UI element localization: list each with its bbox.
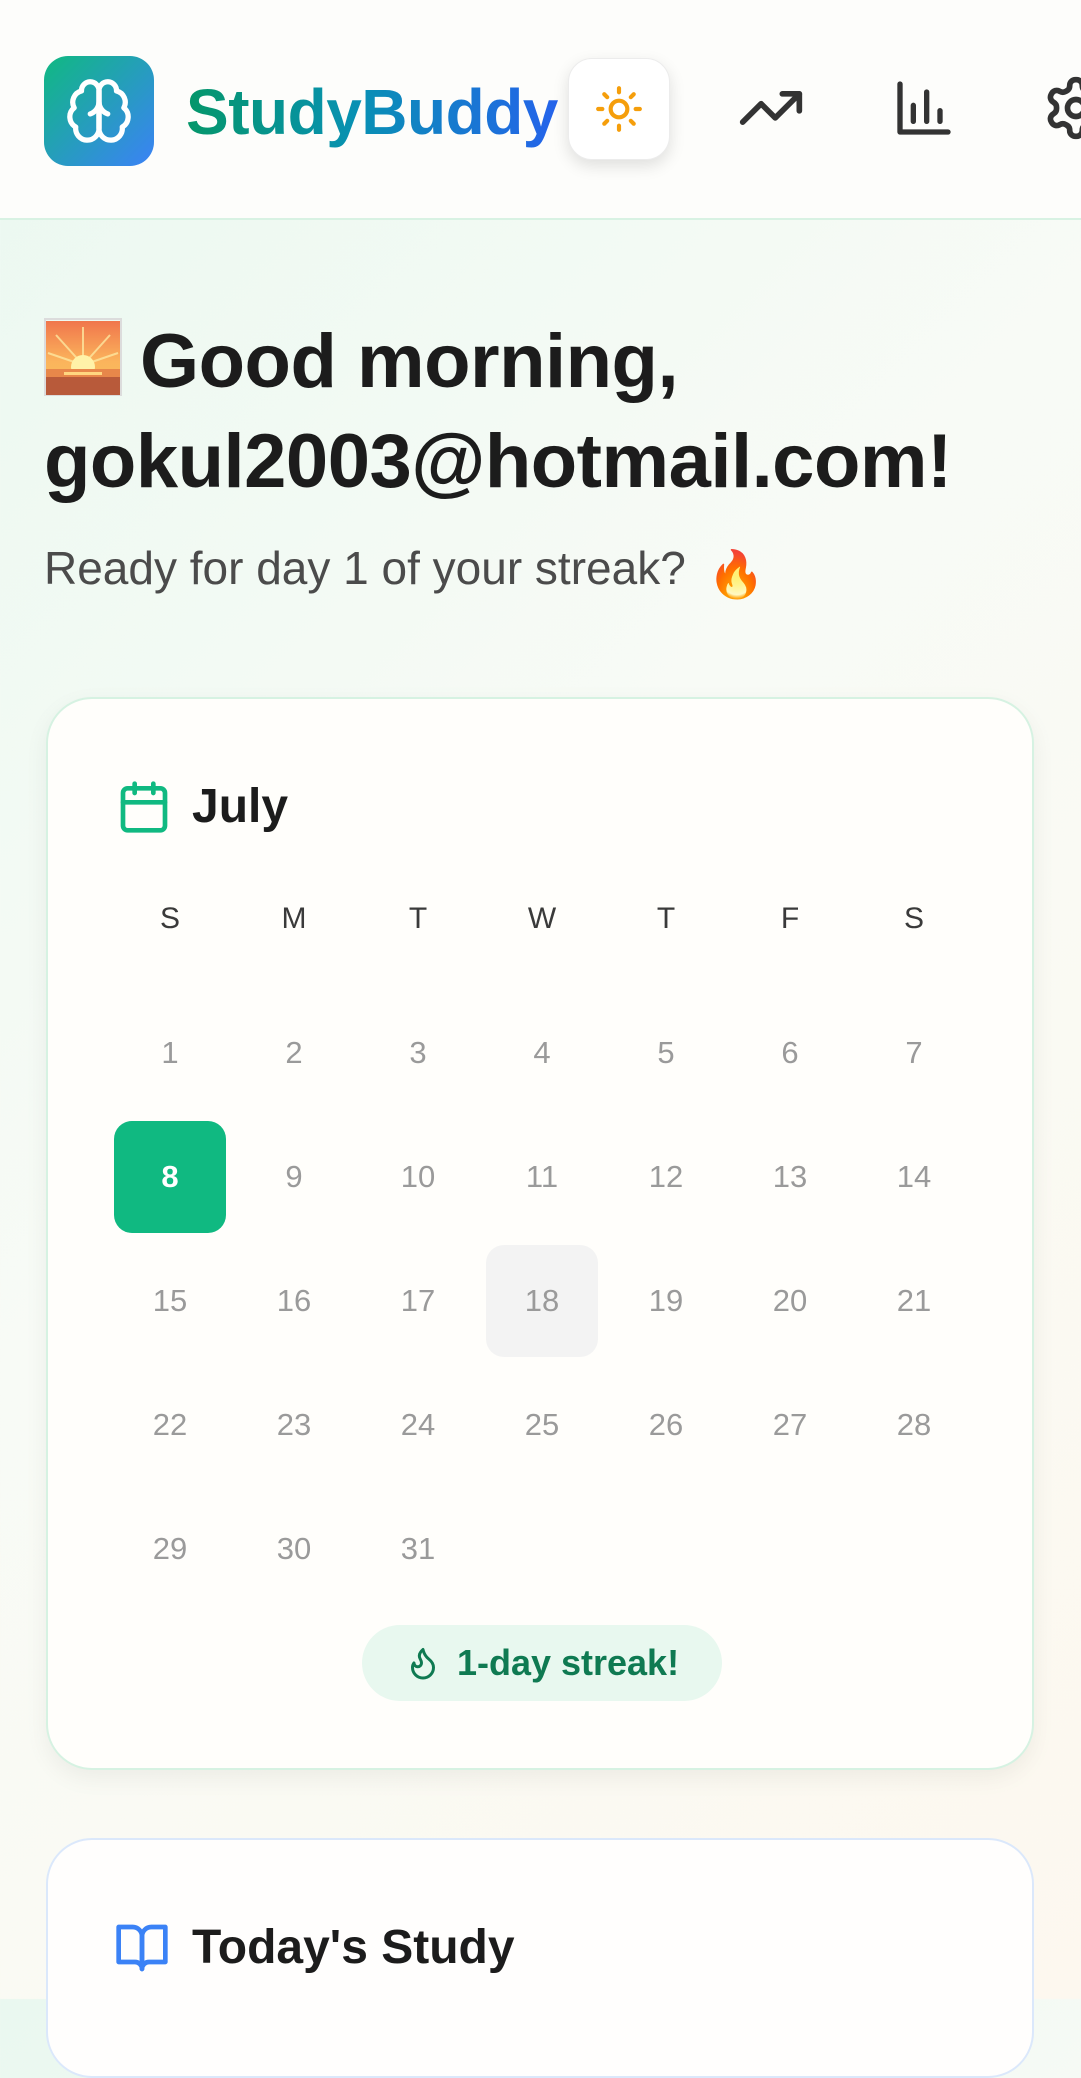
brand-name[interactable]: StudyBuddy bbox=[186, 76, 558, 148]
streak-label: 1-day streak! bbox=[457, 1642, 679, 1684]
calendar-day[interactable]: 3 bbox=[362, 997, 474, 1109]
calendar-day[interactable]: 10 bbox=[362, 1121, 474, 1233]
calendar-day[interactable]: 27 bbox=[734, 1369, 846, 1481]
calendar-day[interactable]: 29 bbox=[114, 1493, 226, 1605]
calendar-day[interactable]: 20 bbox=[734, 1245, 846, 1357]
calendar-day[interactable]: 19 bbox=[610, 1245, 722, 1357]
calendar-day[interactable]: 25 bbox=[486, 1369, 598, 1481]
fire-emoji-icon: 🔥 bbox=[708, 544, 765, 604]
calendar-day[interactable]: 31 bbox=[362, 1493, 474, 1605]
weekday-label: S bbox=[114, 899, 226, 939]
calendar-day[interactable]: 17 bbox=[362, 1245, 474, 1357]
weekday-label: T bbox=[362, 899, 474, 939]
sunrise-emoji-icon bbox=[44, 318, 122, 396]
calendar-day[interactable]: 13 bbox=[734, 1121, 846, 1233]
calendar-day[interactable]: 23 bbox=[238, 1369, 350, 1481]
calendar-day[interactable]: 22 bbox=[114, 1369, 226, 1481]
greeting-heading: Good morning, gokul2003@hotmail.com! bbox=[44, 312, 1064, 512]
calendar-day[interactable]: 16 bbox=[238, 1245, 350, 1357]
calendar-day[interactable]: 30 bbox=[238, 1493, 350, 1605]
calendar-day[interactable]: 26 bbox=[610, 1369, 722, 1481]
weekday-label: S bbox=[858, 899, 970, 939]
calendar-icon bbox=[116, 779, 172, 835]
theme-toggle-button[interactable] bbox=[568, 58, 670, 160]
todays-study-title: Today's Study bbox=[192, 1918, 515, 1978]
calendar-day-today[interactable]: 8 bbox=[114, 1121, 226, 1233]
weekday-label: M bbox=[238, 899, 350, 939]
calendar-month-title: July bbox=[192, 779, 288, 835]
todays-study-card: Today's Study bbox=[46, 1838, 1034, 2078]
streak-badge: 1-day streak! bbox=[362, 1625, 722, 1701]
calendar-day[interactable]: 14 bbox=[858, 1121, 970, 1233]
trending-up-icon[interactable] bbox=[735, 72, 807, 144]
weekday-label: F bbox=[734, 899, 846, 939]
brain-icon[interactable] bbox=[44, 56, 154, 166]
calendar-day[interactable]: 4 bbox=[486, 997, 598, 1109]
calendar-day[interactable]: 11 bbox=[486, 1121, 598, 1233]
calendar-day[interactable]: 6 bbox=[734, 997, 846, 1109]
calendar-day[interactable]: 28 bbox=[858, 1369, 970, 1481]
calendar-day[interactable]: 12 bbox=[610, 1121, 722, 1233]
greeting-text: Good morning, gokul2003@hotmail.com! bbox=[44, 319, 952, 504]
calendar-day[interactable]: 9 bbox=[238, 1121, 350, 1233]
calendar-days-grid: 1 2 3 4 5 6 7 8 9 10 11 12 13 14 15 16 1… bbox=[114, 997, 982, 1605]
bar-chart-icon[interactable] bbox=[888, 72, 960, 144]
subtitle-text: Ready for day 1 of your streak? bbox=[44, 542, 686, 594]
book-open-icon bbox=[114, 1920, 170, 1976]
greeting-subtitle: Ready for day 1 of your streak? 🔥 bbox=[44, 538, 765, 604]
calendar-day[interactable]: 7 bbox=[858, 997, 970, 1109]
weekday-label: W bbox=[486, 899, 598, 939]
calendar-day[interactable]: 2 bbox=[238, 997, 350, 1109]
app-header: StudyBuddy bbox=[0, 0, 1081, 220]
calendar-day-highlighted[interactable]: 18 bbox=[486, 1245, 598, 1357]
calendar-day[interactable]: 1 bbox=[114, 997, 226, 1109]
streak-calendar-card: July S M T W T F S 1 2 3 4 5 6 7 8 9 10 … bbox=[46, 697, 1034, 1770]
calendar-day[interactable]: 15 bbox=[114, 1245, 226, 1357]
flame-icon bbox=[405, 1645, 441, 1681]
calendar-day[interactable]: 21 bbox=[858, 1245, 970, 1357]
weekday-header-row: S M T W T F S bbox=[114, 899, 982, 939]
calendar-day[interactable]: 5 bbox=[610, 997, 722, 1109]
settings-gear-icon[interactable] bbox=[1040, 72, 1081, 144]
weekday-label: T bbox=[610, 899, 722, 939]
sun-icon bbox=[594, 84, 644, 134]
calendar-day[interactable]: 24 bbox=[362, 1369, 474, 1481]
